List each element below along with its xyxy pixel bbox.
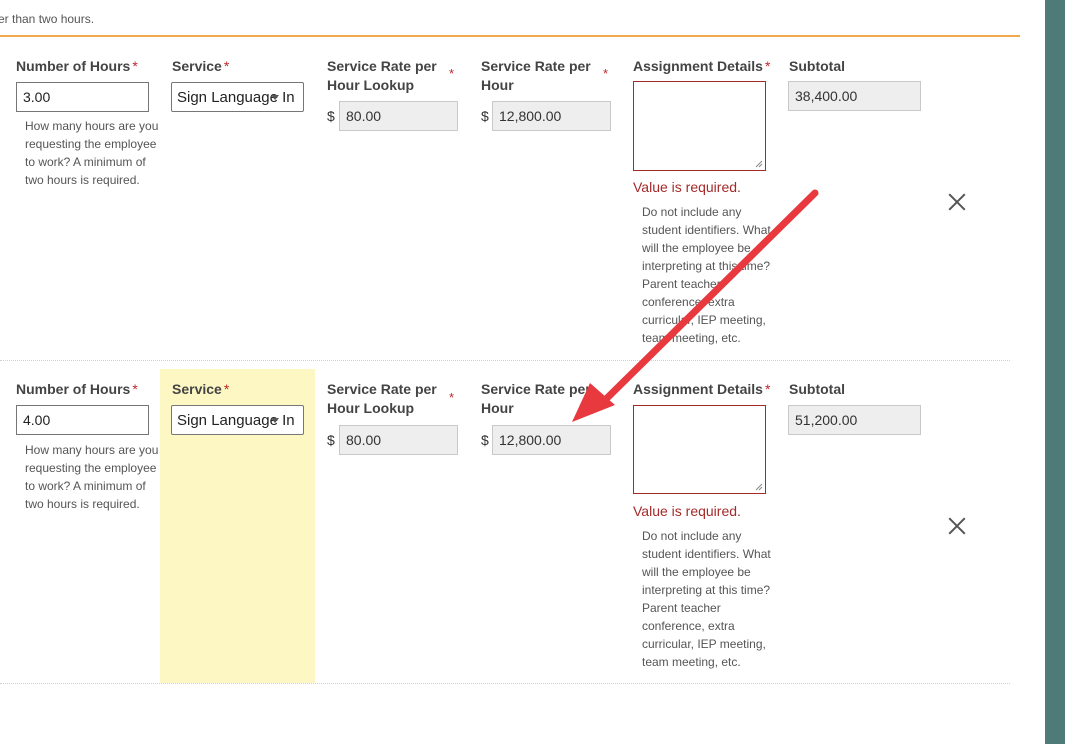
rate-field: 12,800.00: [492, 425, 611, 455]
rate-lookup-field: 80.00: [339, 101, 458, 131]
rate-lookup-label: Service Rate per Hour Lookup: [327, 58, 437, 93]
rate-label: Service Rate per Hour: [481, 58, 591, 93]
rate-required-marker: *: [603, 66, 609, 81]
details-label: Assignment Details *: [633, 58, 771, 74]
rate-lookup-required-marker: *: [449, 390, 455, 405]
chevron-down-icon: [271, 418, 279, 423]
rate-field: 12,800.00: [492, 101, 611, 131]
currency-symbol: $: [327, 108, 335, 124]
currency-symbol: $: [481, 432, 489, 448]
rate-lookup-field: 80.00: [339, 425, 458, 455]
subtotal-field: 51,200.00: [788, 405, 921, 435]
row-divider: [0, 683, 1010, 684]
hours-input[interactable]: 4.00: [16, 405, 149, 435]
details-help-text: Do not include any student identifiers. …: [642, 529, 771, 669]
details-label: Assignment Details *: [633, 381, 771, 397]
service-label: Service *: [172, 381, 230, 397]
subtotal-field: 38,400.00: [788, 81, 921, 111]
hours-label: Number of Hours *: [16, 58, 138, 74]
rate-label: Service Rate per Hour: [481, 381, 591, 416]
service-label: Service *: [172, 58, 230, 74]
close-icon[interactable]: [948, 517, 966, 535]
previous-row-help-text: er than two hours.: [0, 12, 95, 26]
side-scroll-rail: [1045, 0, 1065, 744]
details-error-message: Value is required.: [633, 179, 741, 195]
details-error-message: Value is required.: [633, 503, 741, 519]
subtotal-label: Subtotal: [789, 381, 845, 397]
hours-label: Number of Hours *: [16, 381, 138, 397]
resize-handle-icon[interactable]: [755, 483, 763, 491]
details-help-text: Do not include any student identifiers. …: [642, 205, 771, 345]
details-textarea[interactable]: [633, 81, 766, 171]
rate-lookup-required-marker: *: [449, 66, 455, 81]
close-icon[interactable]: [948, 193, 966, 211]
service-select[interactable]: Sign Language Interpreter: [171, 82, 304, 112]
currency-symbol: $: [481, 108, 489, 124]
hours-input[interactable]: 3.00: [16, 82, 149, 112]
rate-lookup-label: Service Rate per Hour Lookup: [327, 381, 437, 416]
subtotal-label: Subtotal: [789, 58, 845, 74]
chevron-down-icon: [271, 95, 279, 100]
row-divider: [0, 360, 1010, 361]
section-divider: [0, 35, 1020, 37]
hours-help-text: How many hours are you requesting the em…: [25, 119, 159, 187]
resize-handle-icon[interactable]: [755, 160, 763, 168]
details-textarea[interactable]: [633, 405, 766, 494]
currency-symbol: $: [327, 432, 335, 448]
service-select[interactable]: Sign Language Interpreter: [171, 405, 304, 435]
hours-help-text: How many hours are you requesting the em…: [25, 443, 159, 511]
